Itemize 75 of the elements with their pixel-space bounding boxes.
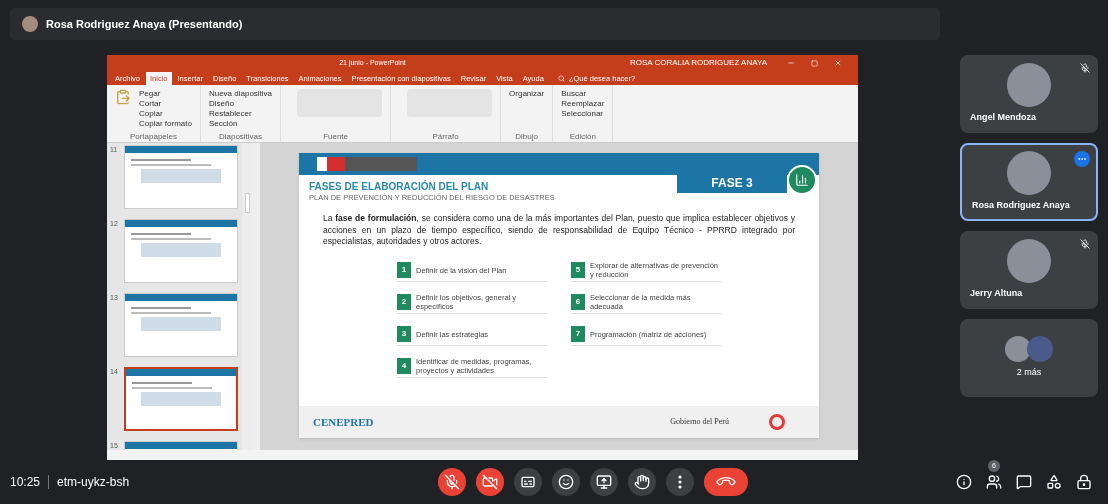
- captions-icon: [519, 474, 536, 490]
- microphone-off-icon: [443, 474, 460, 490]
- more-icon: [677, 475, 682, 489]
- ribbon-button[interactable]: Restablecer: [208, 109, 273, 118]
- avatar: [1007, 63, 1051, 108]
- step-number: 6: [571, 294, 585, 311]
- meeting-code: etm-uykz-bsh: [57, 474, 130, 491]
- more-options-icon[interactable]: [1074, 151, 1090, 167]
- government-logo: Gobierno del Perú: [670, 416, 729, 428]
- ribbon-group-label: Portapapeles: [128, 132, 179, 142]
- ribbon-group-label: Diapositivas: [217, 132, 264, 142]
- activities-icon[interactable]: [1046, 474, 1062, 490]
- ribbon-button[interactable]: Copiar formato: [139, 119, 192, 128]
- ribbon-button[interactable]: Reemplazar: [561, 99, 605, 108]
- present-screen-icon: [595, 474, 612, 490]
- slide-paragraph: La fase de formulación, se considera como una de la más importantes del Plan, puesto que implica establecer objetivos y acciones en un plazo de tiempo específico, siendo de responsabilidad de Equipo Técnico - PPRRD integrado por especialistas, autoridades y otros actores.: [322, 212, 796, 248]
- meeting-time: 10:25: [10, 474, 41, 491]
- step-number: 3: [397, 326, 411, 343]
- camera-button[interactable]: [475, 468, 504, 496]
- ribbon-button[interactable]: Nueva diapositiva: [208, 89, 273, 98]
- presenter-name: Rosa Rodriguez Anaya (Presentando): [46, 16, 243, 32]
- more-button[interactable]: [665, 468, 694, 496]
- round-logo-icon: [769, 414, 785, 430]
- step-number: 5: [571, 262, 585, 279]
- user-name: ROSA CORALIA RODRIGUEZ ANAYA: [629, 57, 767, 69]
- info-icon[interactable]: [956, 474, 972, 490]
- avatar: [1007, 239, 1051, 284]
- ribbon-group-label: Fuente: [322, 132, 350, 142]
- ribbon-group-label: Dibujo: [514, 132, 539, 142]
- ribbon-button[interactable]: Seleccionar: [561, 109, 605, 118]
- emoji-icon: [557, 474, 574, 490]
- participant-tile[interactable]: Jerry Altuna: [960, 231, 1098, 309]
- avatar-icon: [22, 16, 38, 32]
- avatar: [1027, 336, 1053, 363]
- step-number: 2: [397, 294, 411, 311]
- step-number: 7: [571, 326, 585, 343]
- ribbon-button[interactable]: Diseño: [208, 99, 273, 108]
- avatar: [1005, 336, 1031, 363]
- participant-name: Jerry Altuna: [969, 287, 1023, 301]
- hangup-button[interactable]: [703, 468, 748, 496]
- close-icon[interactable]: [834, 59, 842, 67]
- slide-title: FASES DE ELABORACIÓN DEL PLAN: [309, 181, 490, 192]
- scrollbar[interactable]: [242, 143, 252, 450]
- participant-name: Angel Mendoza: [969, 111, 1036, 125]
- captions-button[interactable]: [513, 468, 542, 496]
- ribbon-button[interactable]: Pegar: [139, 89, 192, 98]
- cenepred-logo: CENEPRED: [313, 414, 374, 430]
- slide-thumbnail[interactable]: [124, 367, 238, 431]
- hand-button[interactable]: [627, 468, 656, 496]
- step-number: 4: [397, 358, 411, 375]
- participant-tile[interactable]: Rosa Rodriguez Anaya: [960, 143, 1098, 221]
- search-icon: [557, 75, 565, 82]
- lock-icon[interactable]: [1076, 474, 1092, 490]
- ribbon-button[interactable]: Organizar: [509, 89, 545, 98]
- people-icon[interactable]: [986, 474, 1002, 490]
- camera-off-icon: [481, 474, 498, 490]
- ribbon-button[interactable]: Copiar: [139, 109, 192, 118]
- participant-name: 2 más: [1016, 366, 1042, 380]
- participant-name: Rosa Rodriguez Anaya: [971, 199, 1070, 213]
- ribbon-group-label: Edición: [568, 132, 597, 142]
- avatar: [1007, 151, 1051, 196]
- participant-tile[interactable]: Angel Mendoza: [960, 55, 1098, 133]
- ribbon-group-label: Párrafo: [431, 132, 460, 142]
- ribbon-button[interactable]: Cortar: [139, 99, 192, 108]
- step-number: 1: [397, 262, 411, 279]
- ribbon-button[interactable]: Sección: [208, 119, 273, 128]
- maximize-icon[interactable]: [811, 59, 818, 67]
- ribbon-button[interactable]: Buscar: [561, 89, 605, 98]
- mic-button[interactable]: [437, 468, 466, 496]
- participant-tile[interactable]: 2 más: [960, 319, 1098, 397]
- chat-icon[interactable]: [1016, 474, 1032, 490]
- present-button[interactable]: [589, 468, 618, 496]
- hand-icon: [633, 474, 650, 490]
- emoji-button[interactable]: [551, 468, 580, 496]
- phase-banner: FASE 3: [677, 173, 787, 193]
